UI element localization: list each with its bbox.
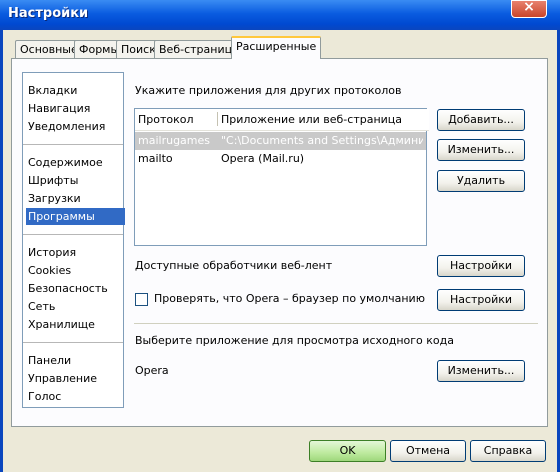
category-item-selected[interactable]: Программы	[26, 208, 125, 225]
row-app: Opera (Mail.ru)	[221, 152, 305, 165]
feeds-label: Доступные обработчики веб-лент	[135, 259, 333, 272]
tab-rasshirennye[interactable]: Расширенные	[231, 36, 322, 59]
row-protocol: mailto	[138, 152, 173, 165]
ok-button[interactable]: OK	[309, 440, 386, 462]
tab-osnovnye[interactable]: Основные	[15, 40, 83, 58]
category-item[interactable]: Вкладки	[26, 82, 125, 99]
category-item[interactable]: Управление	[26, 370, 125, 387]
window-title: Настройки	[8, 6, 89, 21]
protocols-heading: Укажите приложения для других протоколов	[135, 84, 402, 97]
category-item[interactable]: История	[26, 244, 125, 261]
category-item[interactable]: Шрифты	[26, 172, 125, 189]
category-item[interactable]: Хранилище	[26, 316, 125, 333]
close-button[interactable]: ×	[511, 0, 547, 18]
default-browser-checkbox[interactable]	[135, 293, 148, 306]
feeds-settings-button[interactable]: Настройки	[437, 255, 525, 277]
category-item[interactable]: Голос	[26, 388, 125, 405]
section-separator	[134, 323, 538, 324]
category-item[interactable]: Загрузки	[26, 190, 125, 207]
add-button[interactable]: Добавить...	[437, 109, 525, 131]
row-app: "C:\Documents and Settings\Админист...	[221, 134, 423, 147]
source-viewer-change-button[interactable]: Изменить...	[437, 360, 525, 382]
category-list[interactable]: Вкладки Навигация Уведомления Содержимое…	[22, 72, 125, 408]
category-item[interactable]: Уведомления	[26, 118, 125, 135]
column-header-protocol[interactable]: Протокол	[135, 109, 220, 131]
category-item[interactable]: Безопасность	[26, 280, 125, 297]
protocols-table[interactable]: Протокол Приложение или веб-страница mai…	[134, 108, 429, 246]
default-browser-settings-button[interactable]: Настройки	[437, 289, 525, 311]
category-item[interactable]: Cookies	[26, 262, 125, 279]
category-item[interactable]: Навигация	[26, 100, 125, 117]
delete-button[interactable]: Удалить	[437, 170, 525, 192]
row-protocol: mailrugames	[138, 134, 210, 147]
table-row-selected[interactable]: mailrugames "C:\Documents and Settings\А…	[135, 132, 426, 150]
source-viewer-heading: Выберите приложение для просмотра исходн…	[135, 334, 454, 347]
column-header-app[interactable]: Приложение или веб-страница	[218, 109, 429, 131]
cancel-button[interactable]: Отмена	[390, 440, 466, 462]
close-icon: ×	[523, 0, 535, 15]
help-button[interactable]: Справка	[470, 440, 546, 462]
title-bar[interactable]: Настройки ×	[0, 0, 560, 30]
default-browser-label[interactable]: Проверять, что Opera – браузер по умолча…	[154, 292, 425, 305]
category-separator	[23, 342, 123, 343]
edit-protocol-button[interactable]: Изменить...	[437, 139, 525, 161]
category-separator	[23, 234, 123, 235]
table-row[interactable]: mailto Opera (Mail.ru)	[135, 150, 426, 168]
category-item[interactable]: Сеть	[26, 298, 125, 315]
category-item[interactable]: Содержимое	[26, 154, 125, 171]
source-viewer-value: Opera	[135, 364, 169, 377]
category-separator	[23, 144, 123, 145]
category-item[interactable]: Панели	[26, 352, 125, 369]
